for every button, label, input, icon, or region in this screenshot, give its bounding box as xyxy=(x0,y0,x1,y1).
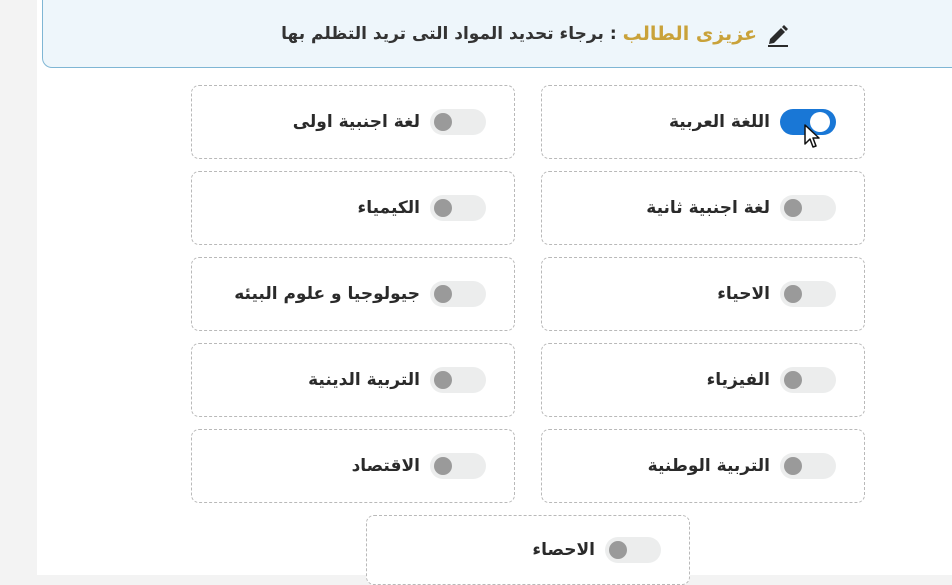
toggle-knob xyxy=(784,371,802,389)
subject-card-religious-education[interactable]: التربية الدينية xyxy=(191,343,515,417)
pencil-icon xyxy=(765,21,791,47)
toggle-second-foreign-language[interactable] xyxy=(780,195,836,221)
subject-label: الاقتصاد xyxy=(351,456,420,476)
toggle-biology[interactable] xyxy=(780,281,836,307)
toggle-knob xyxy=(434,113,452,131)
greeting-text: عزيزى الطالب xyxy=(622,22,757,45)
subject-card-first-foreign-language[interactable]: لغة اجنبية اولى xyxy=(191,85,515,159)
subject-label: الاحصاء xyxy=(532,540,595,560)
subject-card-geology[interactable]: جيولوجيا و علوم البيئه xyxy=(191,257,515,331)
subject-card-arabic[interactable]: اللغة العربية xyxy=(541,85,865,159)
toggle-arabic[interactable] xyxy=(780,109,836,135)
subject-label: اللغة العربية xyxy=(669,112,770,132)
toggle-economics[interactable] xyxy=(430,453,486,479)
instruction-text: برجاء تحديد المواد التى تريد التظلم بها xyxy=(281,23,604,44)
subject-card-national-education[interactable]: التربية الوطنية xyxy=(541,429,865,503)
toggle-knob xyxy=(434,457,452,475)
toggle-religious-education[interactable] xyxy=(430,367,486,393)
toggle-knob xyxy=(784,199,802,217)
toggle-knob xyxy=(810,112,830,132)
toggle-first-foreign-language[interactable] xyxy=(430,109,486,135)
toggle-knob xyxy=(784,285,802,303)
subject-label: الاحياء xyxy=(717,284,770,304)
separator: : xyxy=(609,23,617,44)
subject-label: لغة اجنبية ثانية xyxy=(646,198,770,218)
subject-label: التربية الدينية xyxy=(308,370,420,390)
subject-label: التربية الوطنية xyxy=(647,456,770,476)
toggle-knob xyxy=(434,285,452,303)
toggle-statistics[interactable] xyxy=(605,537,661,563)
toggle-chemistry[interactable] xyxy=(430,195,486,221)
subject-card-biology[interactable]: الاحياء xyxy=(541,257,865,331)
toggle-national-education[interactable] xyxy=(780,453,836,479)
toggle-geology[interactable] xyxy=(430,281,486,307)
subject-card-economics[interactable]: الاقتصاد xyxy=(191,429,515,503)
toggle-knob xyxy=(609,541,627,559)
subject-card-second-foreign-language[interactable]: لغة اجنبية ثانية xyxy=(541,171,865,245)
subject-card-physics[interactable]: الفيزياء xyxy=(541,343,865,417)
instruction-banner: عزيزى الطالب : برجاء تحديد المواد التى ت… xyxy=(42,0,952,68)
subject-label: الفيزياء xyxy=(706,370,770,390)
subject-card-chemistry[interactable]: الكيمياء xyxy=(191,171,515,245)
subject-label: جيولوجيا و علوم البيئه xyxy=(234,284,420,304)
subject-label: الكيمياء xyxy=(357,198,420,218)
toggle-physics[interactable] xyxy=(780,367,836,393)
toggle-knob xyxy=(434,199,452,217)
toggle-knob xyxy=(784,457,802,475)
toggle-knob xyxy=(434,371,452,389)
subject-label: لغة اجنبية اولى xyxy=(292,112,420,132)
